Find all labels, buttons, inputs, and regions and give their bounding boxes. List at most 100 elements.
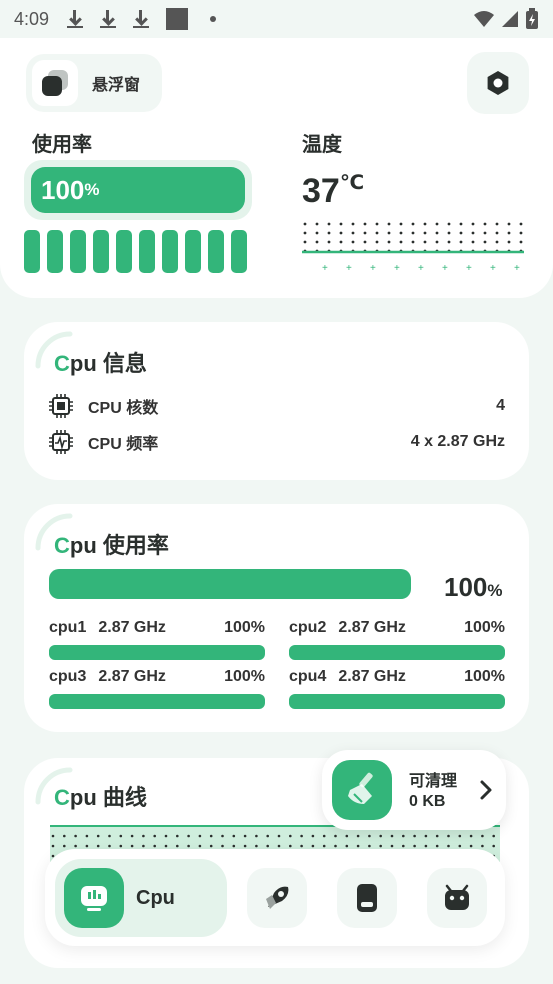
grid-dot	[399, 222, 403, 226]
grid-dot	[51, 844, 55, 848]
grid-dot	[303, 240, 307, 244]
plus-marker: +	[490, 263, 496, 274]
usage-title: 使用率	[32, 134, 92, 156]
grid-dot	[495, 222, 499, 226]
grid-dot	[339, 240, 343, 244]
usage-unit: %	[84, 180, 100, 199]
cpu-total-usage-value: 100%	[444, 572, 503, 602]
grid-dot	[363, 231, 367, 235]
nav-tab-cpu-label: Cpu	[136, 886, 175, 909]
core-pct: 100%	[224, 668, 265, 685]
core-usage-bar	[289, 694, 505, 709]
grid-dot	[303, 222, 307, 226]
nav-tab-battery[interactable]	[337, 868, 397, 928]
grid-dot	[363, 222, 367, 226]
usage-segment	[116, 230, 132, 273]
notification-square-icon	[166, 8, 189, 30]
grid-dot	[447, 240, 451, 244]
settings-button[interactable]	[467, 52, 529, 114]
grid-dot	[289, 844, 292, 848]
grid-dot	[356, 834, 360, 838]
cpu-cores-label: CPU 核数	[88, 400, 159, 417]
grid-dot	[435, 834, 439, 838]
grid-dot	[187, 844, 190, 848]
grid-dot	[387, 222, 391, 226]
float-window-button[interactable]: 悬浮窗	[26, 54, 162, 112]
float-window-icon	[32, 60, 78, 106]
grid-dot	[402, 844, 405, 848]
grid-dot	[334, 844, 337, 848]
core-name: cpu2	[289, 619, 327, 636]
grid-dot	[119, 844, 123, 848]
usage-segment	[93, 230, 109, 273]
grid-dot	[519, 222, 523, 226]
float-window-label: 悬浮窗	[92, 77, 141, 94]
grid-dot	[469, 844, 473, 848]
usage-segment	[208, 230, 224, 273]
settings-hexagon-icon	[487, 71, 509, 95]
core-cpu2: cpu2 2.87 GHz 100%	[289, 617, 505, 660]
grid-dot	[142, 844, 145, 848]
grid-dot	[423, 240, 427, 244]
grid-dot	[399, 231, 403, 235]
core-pct: 100%	[224, 619, 265, 636]
grid-dot	[345, 834, 349, 838]
cleaner-size: 0 KB	[409, 793, 446, 810]
signal-icon	[502, 11, 518, 27]
grid-dot	[322, 844, 326, 848]
grid-dot	[399, 240, 403, 244]
cpu-cores-value: 4	[496, 397, 505, 414]
wifi-icon	[474, 11, 494, 27]
grid-dot	[469, 834, 473, 838]
grid-dot	[447, 844, 450, 848]
plus-marker: +	[466, 263, 472, 274]
grid-dot	[209, 834, 213, 838]
grid-dot	[471, 231, 475, 235]
grid-dot	[363, 240, 367, 244]
plus-marker: +	[370, 263, 376, 274]
grid-dot	[221, 834, 224, 838]
core-cpu1: cpu1 2.87 GHz 100%	[49, 617, 265, 660]
core-cpu4: cpu4 2.87 GHz 100%	[289, 666, 505, 709]
cleaner-popup[interactable]: 可清理 0 KB	[322, 750, 506, 830]
cpu-info-title: Cpu 信息	[54, 351, 147, 376]
nav-tab-cpu[interactable]: Cpu	[55, 859, 227, 937]
cpu-usage-title: Cpu 使用率	[54, 533, 169, 558]
grid-dot	[519, 231, 523, 235]
usage-segment	[185, 230, 201, 273]
grid-dot	[74, 834, 77, 838]
grid-dot	[459, 231, 463, 235]
grid-dot	[413, 834, 416, 838]
plus-marker: +	[346, 263, 352, 274]
cpu-cores-row: CPU 核数 4	[48, 393, 505, 419]
grid-dot	[209, 844, 213, 848]
nav-tab-rocket[interactable]	[247, 868, 307, 928]
nav-tab-android[interactable]	[427, 868, 487, 928]
grid-dot	[108, 844, 111, 848]
grid-dot	[327, 222, 331, 226]
grid-dot	[519, 240, 523, 244]
core-usage-bar	[49, 694, 265, 709]
grid-dot	[315, 240, 319, 244]
grid-dot	[327, 240, 331, 244]
plus-marker: +	[418, 263, 424, 274]
grid-dot	[277, 844, 281, 848]
status-time: 4:09	[14, 8, 50, 29]
grid-dot	[300, 834, 303, 838]
grid-dot	[339, 222, 343, 226]
grid-dot	[85, 834, 89, 838]
core-freq: 2.87 GHz	[98, 668, 166, 685]
grid-dot	[289, 834, 292, 838]
core-pct: 100%	[464, 619, 505, 636]
grid-dot	[481, 844, 484, 848]
cpu-total-usage-bar	[49, 569, 411, 599]
download-icon	[67, 10, 84, 28]
grid-dot	[471, 240, 475, 244]
android-icon	[445, 884, 469, 910]
grid-dot	[327, 231, 331, 235]
grid-dot	[483, 222, 487, 226]
grid-dot	[130, 834, 134, 838]
core-usage-bar	[289, 645, 505, 660]
grid-dot	[51, 834, 55, 838]
grid-dot	[368, 844, 371, 848]
